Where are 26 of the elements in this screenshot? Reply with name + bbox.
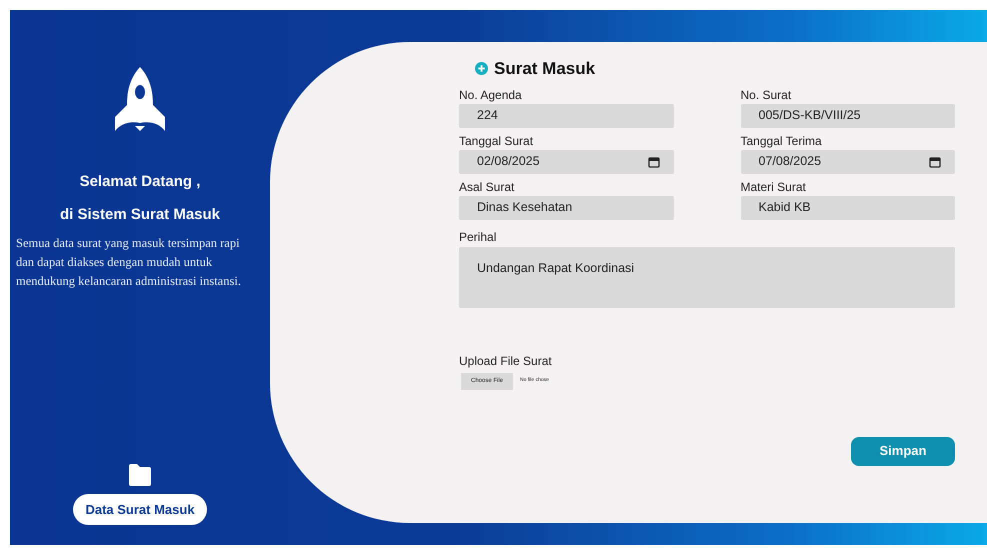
field-label: No. Surat [740, 88, 792, 102]
text-field[interactable]: Dinas Kesehatan [459, 196, 674, 220]
field-label: Tanggal Surat [459, 134, 534, 148]
simpan-button[interactable]: Simpan [851, 436, 955, 466]
calendar-icon[interactable] [929, 156, 941, 168]
plus-circle-icon [475, 62, 488, 76]
text-field[interactable]: 005/DS-KB/VIII/25 [740, 104, 955, 128]
field-label: Perihal [459, 230, 498, 244]
field-label: Asal Surat [459, 180, 516, 194]
data-surat-masuk-button[interactable]: Data Surat Masuk [73, 494, 207, 525]
field-label: No. Agenda [459, 88, 523, 102]
calendar-icon[interactable] [648, 156, 660, 168]
date-field[interactable]: 07/08/2025 [740, 150, 955, 174]
text-field[interactable]: 224 [459, 104, 674, 128]
welcome-title: di Sistem Surat Masuk [60, 204, 220, 224]
textarea-field[interactable]: Undangan Rapat Koordinasi [459, 246, 955, 308]
field-label: Upload File Surat [459, 352, 553, 370]
rocket-icon [113, 65, 167, 133]
welcome-description: Semua data surat yang masuk tersimpan rapi dan dapat diakses dengan mudah untuk mendukung kelancaran administrasi instansi. [15, 235, 242, 290]
field-label: Materi Surat [740, 180, 807, 194]
folder-icon [128, 464, 152, 486]
welcome-title: Selamat Datang , [80, 172, 200, 192]
field-label: Tanggal Terima [740, 134, 823, 148]
date-field[interactable]: 02/08/2025 [459, 150, 674, 174]
form-title: Surat Masuk [494, 58, 596, 80]
text-field[interactable]: Kabid KB [740, 196, 955, 220]
